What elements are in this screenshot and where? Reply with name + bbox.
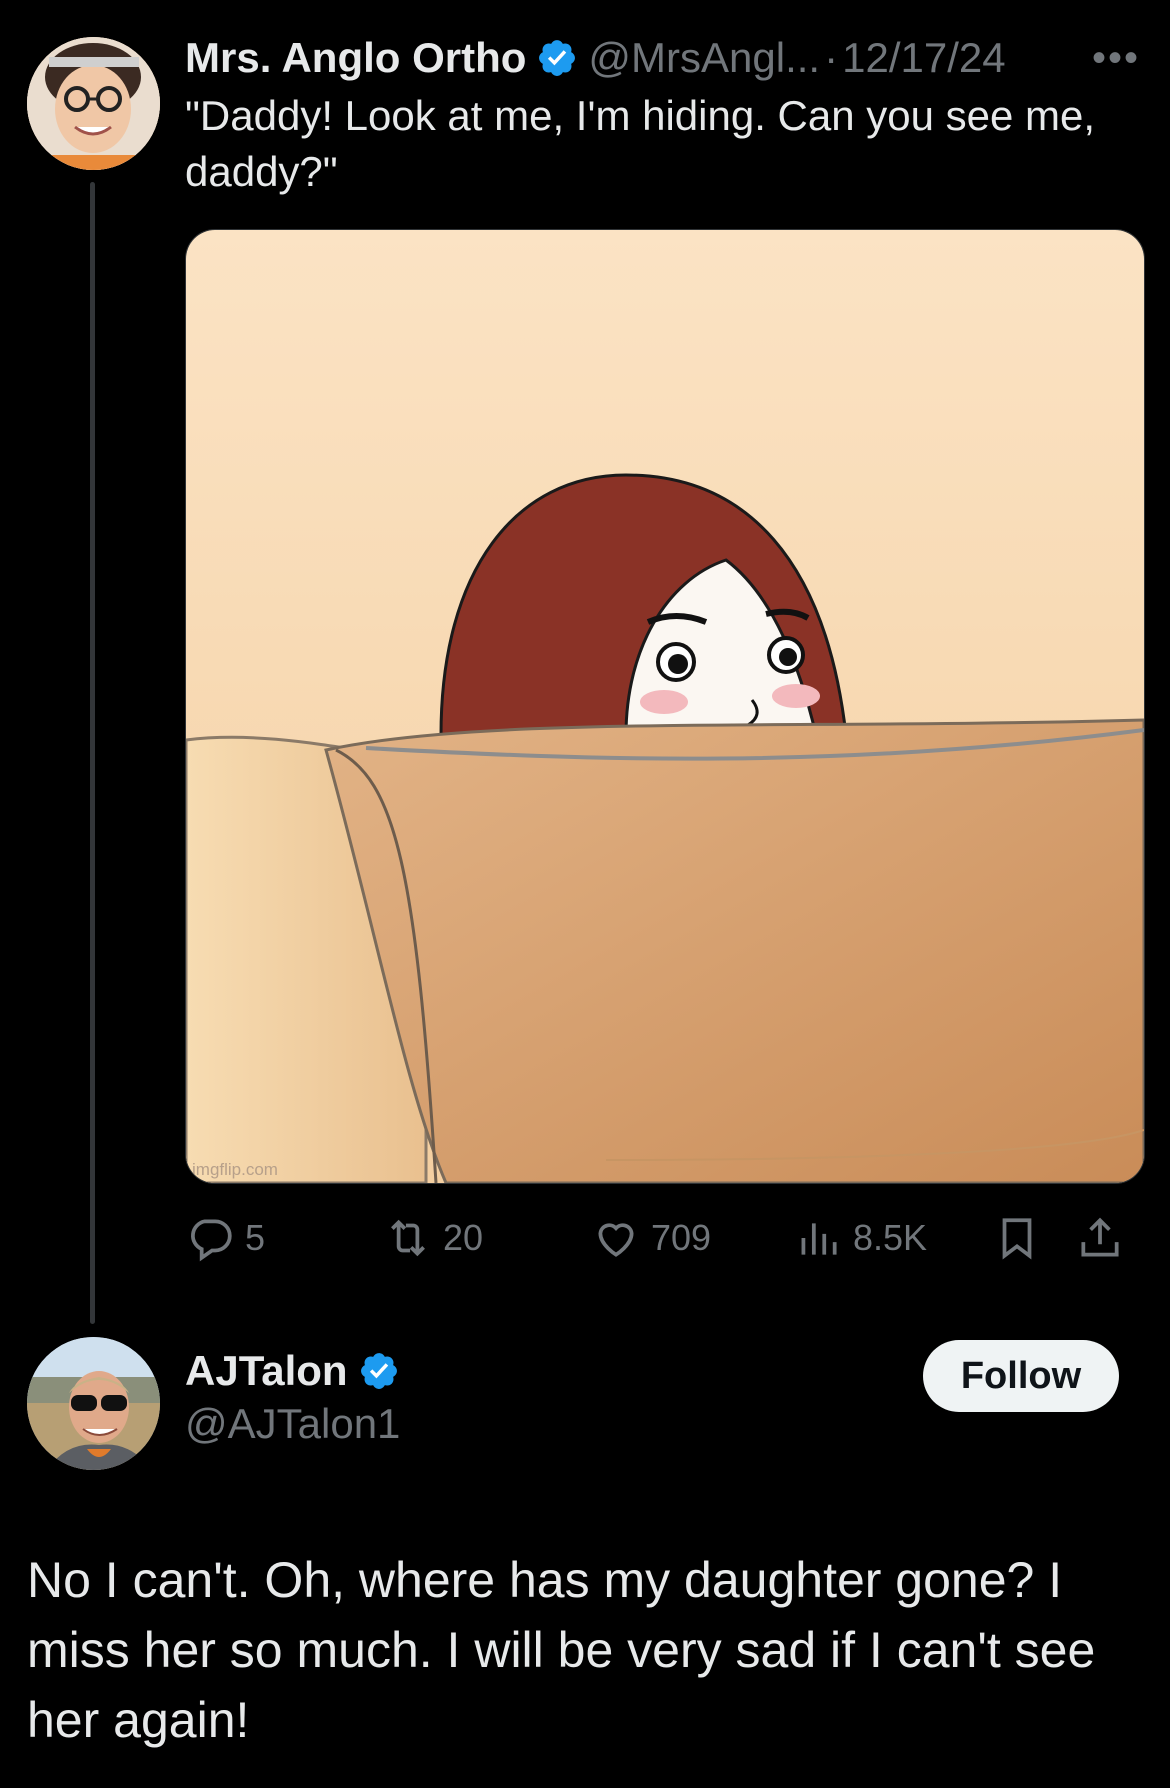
reply-header: AJTalon [185, 1347, 410, 1395]
reply-icon [191, 1219, 232, 1262]
author-name[interactable]: Mrs. Anglo Ortho [185, 34, 526, 82]
bookmark-icon [1002, 1218, 1032, 1260]
share-button[interactable] [1075, 1208, 1135, 1268]
views-button[interactable]: 8.5K [793, 1208, 927, 1268]
view-count: 8.5K [853, 1217, 928, 1258]
repost-icon [391, 1219, 425, 1257]
more-icon[interactable]: ••• [1092, 36, 1140, 81]
tweet-media-image[interactable]: imgflip.com [185, 229, 1145, 1184]
verified-badge-icon [358, 1350, 400, 1392]
repost-count: 20 [443, 1217, 484, 1258]
media-watermark: imgflip.com [192, 1160, 278, 1179]
follow-button[interactable]: Follow [923, 1340, 1119, 1412]
like-button[interactable]: 709 [591, 1208, 711, 1268]
reply-button[interactable]: 5 [185, 1208, 265, 1268]
tweet-text: "Daddy! Look at me, I'm hiding. Can you … [185, 92, 1096, 195]
like-count: 709 [651, 1217, 712, 1258]
reply-author-name[interactable]: AJTalon [185, 1347, 348, 1395]
bookmark-button[interactable] [992, 1208, 1052, 1268]
tweet-header: Mrs. Anglo Ortho @MrsAngl... · 12/17/24 [185, 30, 1006, 86]
author-handle[interactable]: @MrsAngl... [588, 34, 820, 82]
reply-count: 5 [245, 1217, 266, 1258]
avatar-ajtalon[interactable] [27, 1337, 160, 1470]
repost-button[interactable]: 20 [383, 1208, 483, 1268]
separator-dot: · [824, 34, 839, 81]
views-icon [801, 1223, 837, 1255]
tweet-action-bar: 5 20 709 8.5K [185, 1208, 1145, 1268]
thread-connector-line [90, 182, 95, 1324]
reply-text: No I can't. Oh, where has my daughter go… [27, 1552, 1096, 1748]
like-icon [598, 1223, 634, 1257]
verified-badge-icon [536, 37, 578, 79]
avatar-mrs-anglo-ortho[interactable] [27, 37, 160, 170]
tweet-date[interactable]: 12/17/24 [842, 34, 1006, 82]
reply-author-handle[interactable]: @AJTalon1 [185, 1400, 400, 1448]
share-icon [1081, 1217, 1119, 1257]
